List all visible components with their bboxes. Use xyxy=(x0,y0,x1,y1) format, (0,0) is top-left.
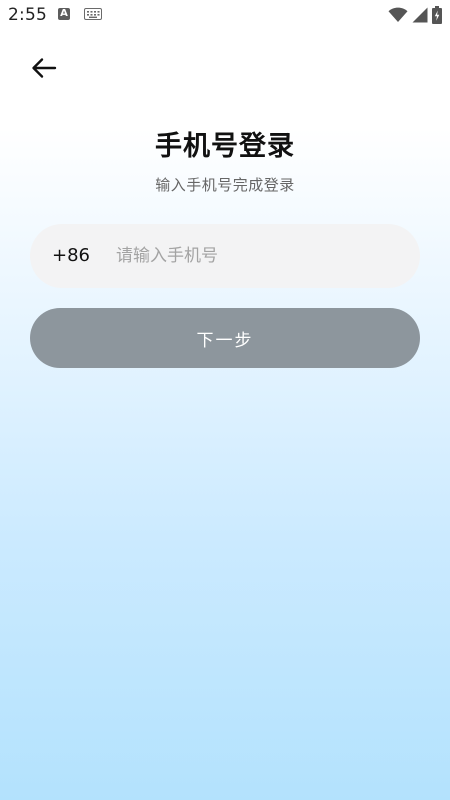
a-app-icon: A xyxy=(58,8,70,20)
next-button[interactable]: 下一步 xyxy=(30,308,420,368)
status-bar: 2:55 A xyxy=(0,0,450,30)
phone-field[interactable]: +86 xyxy=(30,224,420,288)
wifi-icon xyxy=(388,7,408,22)
page-subtitle: 输入手机号完成登录 xyxy=(155,176,295,194)
status-time: 2:55 xyxy=(8,5,47,25)
phone-input[interactable] xyxy=(116,224,406,288)
battery-charging-icon xyxy=(432,6,442,24)
country-code[interactable]: +86 xyxy=(52,224,90,288)
cell-signal-icon xyxy=(412,7,428,23)
keyboard-icon xyxy=(84,8,102,20)
arrow-left-icon xyxy=(32,58,57,78)
page-title: 手机号登录 xyxy=(155,131,295,162)
status-system-icons xyxy=(388,6,442,24)
back-button[interactable] xyxy=(28,52,60,84)
